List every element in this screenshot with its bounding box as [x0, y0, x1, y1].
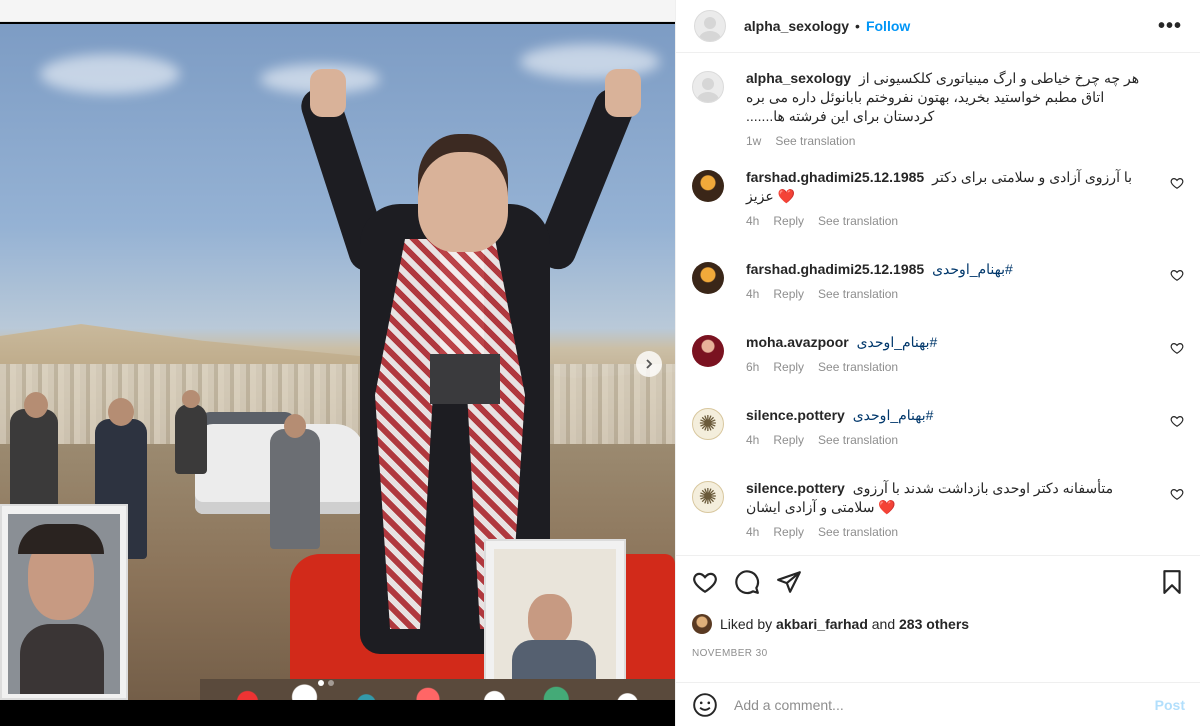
comment-time: 4h — [746, 287, 760, 301]
author-avatar[interactable] — [694, 10, 726, 42]
comment-time: 4h — [746, 525, 760, 539]
chevron-right-icon — [646, 359, 653, 369]
caption-see-translation[interactable]: See translation — [775, 134, 855, 148]
comment-text-line: farshad.ghadimi25.12.1985 با آرزوی آزادی… — [746, 168, 1158, 206]
comment-reply-button[interactable]: Reply — [773, 525, 804, 539]
caption: alpha_sexology هر چه چرخ خیاطی و ارگ مین… — [692, 69, 1184, 148]
more-options-icon[interactable]: ••• — [1158, 15, 1182, 38]
comment-see-translation[interactable]: See translation — [818, 433, 898, 447]
caption-text-line: alpha_sexology هر چه چرخ خیاطی و ارگ مین… — [746, 69, 1158, 126]
comment-time: 4h — [746, 214, 760, 228]
comment-heart-icon[interactable] — [1170, 341, 1184, 355]
add-comment-bar: Post — [676, 682, 1200, 726]
media-top-strip — [0, 0, 675, 22]
comment-reply-button[interactable]: Reply — [773, 214, 804, 228]
commenter-avatar[interactable] — [692, 170, 724, 202]
red-heart-emoji: ❤️ — [777, 188, 796, 204]
header-separator: • — [855, 18, 860, 34]
comment-username[interactable]: moha.avazpoor — [746, 334, 849, 350]
liked-by-prefix: Liked by — [720, 616, 773, 632]
comment-username[interactable]: farshad.ghadimi25.12.1985 — [746, 261, 924, 277]
comment-time: 6h — [746, 360, 760, 374]
post-media — [0, 0, 675, 726]
post-details-panel: alpha_sexology • Follow ••• alpha_sexolo… — [675, 0, 1200, 726]
comment-username[interactable]: farshad.ghadimi25.12.1985 — [746, 169, 924, 185]
comment-item: silence.pottery متأسفانه دکتر اوحدی بازد… — [692, 479, 1184, 539]
commenter-avatar[interactable] — [692, 262, 724, 294]
commenter-avatar[interactable] — [692, 335, 724, 367]
comment-heart-icon[interactable] — [1170, 414, 1184, 428]
comment-see-translation[interactable]: See translation — [818, 287, 898, 301]
liked-by-row: Liked by akbari_farhad and 283 others — [692, 614, 1185, 634]
comment-text-line: farshad.ghadimi25.12.1985 #بهنام_اوحدی — [746, 260, 1158, 279]
comment-text-line: silence.pottery #بهنام_اوحدی — [746, 406, 1158, 425]
comment-meta: 4h Reply See translation — [746, 433, 1158, 447]
post-actions: Liked by akbari_farhad and 283 others NO… — [676, 555, 1200, 659]
comment-heart-icon[interactable] — [1170, 487, 1184, 501]
comments-list[interactable]: alpha_sexology هر چه چرخ خیاطی و ارگ مین… — [676, 53, 1200, 553]
post-photo — [0, 24, 675, 700]
carousel-dot — [328, 680, 334, 686]
comment-reply-button[interactable]: Reply — [773, 360, 804, 374]
comment-heart-icon[interactable] — [1170, 268, 1184, 282]
follow-button[interactable]: Follow — [866, 18, 910, 34]
emoji-smiley-icon[interactable] — [692, 692, 718, 718]
post-comment-button[interactable]: Post — [1155, 697, 1185, 713]
comment-heart-icon[interactable] — [1170, 176, 1184, 190]
comment-item: farshad.ghadimi25.12.1985 #بهنام_اوحدی 4… — [692, 260, 1184, 301]
red-heart-emoji: ❤️ — [878, 499, 896, 515]
comment-see-translation[interactable]: See translation — [818, 360, 898, 374]
carousel-next-button[interactable] — [636, 351, 662, 377]
liked-by-user[interactable]: akbari_farhad — [776, 616, 868, 632]
author-username[interactable]: alpha_sexology — [744, 18, 849, 34]
comment-meta: 4h Reply See translation — [746, 214, 1158, 228]
comment-time: 4h — [746, 433, 760, 447]
comment-text-line: silence.pottery متأسفانه دکتر اوحدی بازد… — [746, 479, 1158, 517]
caption-author-avatar[interactable] — [692, 71, 724, 103]
commenter-avatar[interactable] — [692, 408, 724, 440]
commenter-avatar[interactable] — [692, 481, 724, 513]
caption-meta: 1w See translation — [746, 134, 1158, 148]
comment-reply-button[interactable]: Reply — [773, 287, 804, 301]
comment-item: silence.pottery #بهنام_اوحدی 4h Reply Se… — [692, 406, 1184, 447]
comment-hashtag[interactable]: #بهنام_اوحدی — [857, 334, 938, 350]
comment-meta: 6h Reply See translation — [746, 360, 1158, 374]
comment-input[interactable] — [734, 696, 1155, 713]
liker-avatar[interactable] — [692, 614, 712, 634]
action-icons — [692, 568, 1185, 596]
carousel-dot-active — [318, 680, 324, 686]
caption-time: 1w — [746, 134, 762, 148]
comment-reply-button[interactable]: Reply — [773, 433, 804, 447]
like-heart-icon[interactable] — [692, 569, 718, 595]
comment-hashtag[interactable]: #بهنام_اوحدی — [932, 261, 1013, 277]
bookmark-icon[interactable] — [1159, 569, 1185, 595]
comment-username[interactable]: silence.pottery — [746, 480, 845, 496]
post-date[interactable]: NOVEMBER 30 — [692, 648, 1185, 659]
post-header: alpha_sexology • Follow ••• — [676, 0, 1200, 53]
comment-meta: 4h Reply See translation — [746, 525, 1158, 539]
share-paper-plane-icon[interactable] — [776, 569, 802, 595]
liked-by-and: and — [871, 616, 896, 632]
comment-text-line: moha.avazpoor #بهنام_اوحدی — [746, 333, 1158, 352]
comment-bubble-icon[interactable] — [734, 569, 760, 595]
comment-meta: 4h Reply See translation — [746, 287, 1158, 301]
comment-see-translation[interactable]: See translation — [818, 525, 898, 539]
comment-item: moha.avazpoor #بهنام_اوحدی 6h Reply See … — [692, 333, 1184, 374]
caption-username[interactable]: alpha_sexology — [746, 70, 851, 86]
comment-see-translation[interactable]: See translation — [818, 214, 898, 228]
comment-username[interactable]: silence.pottery — [746, 407, 845, 423]
comment-hashtag[interactable]: #بهنام_اوحدی — [853, 407, 934, 423]
comment-item: farshad.ghadimi25.12.1985 با آرزوی آزادی… — [692, 168, 1184, 228]
carousel-indicator — [318, 680, 334, 686]
liked-by-others[interactable]: 283 others — [899, 616, 969, 632]
